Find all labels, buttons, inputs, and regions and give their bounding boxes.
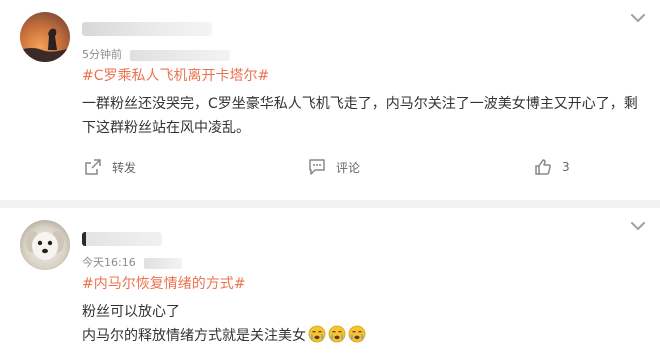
post-text-line: 内马尔的释放情绪方式就是关注美女: [82, 324, 642, 348]
repost-button[interactable]: 转发: [84, 154, 136, 180]
comment-button[interactable]: 评论: [308, 154, 360, 180]
like-count: 3: [562, 160, 570, 174]
post-time: 5分钟前: [82, 48, 122, 61]
thumbs-up-icon: [534, 158, 552, 176]
username-redacted: [82, 232, 162, 246]
post-text-line-content: 内马尔的释放情绪方式就是关注美女: [82, 328, 306, 344]
post-actions: 转发 评论 3: [0, 154, 660, 180]
post-meta: 今天16:16: [82, 254, 182, 270]
post-text: 一群粉丝还没哭完，C罗坐豪华私人飞机飞走了，内马尔关注了一波美女博主又开心了，剩…: [82, 96, 638, 136]
topic-hashtag[interactable]: #内马尔恢复情绪的方式#: [82, 273, 245, 293]
source-redacted: [130, 49, 230, 61]
post-meta: 5分钟前: [82, 46, 230, 62]
post-time: 今天16:16: [82, 256, 136, 269]
comment-label: 评论: [336, 160, 361, 175]
comment-icon: [308, 158, 326, 176]
repost-icon: [84, 158, 102, 176]
weibo-post-1: 5分钟前 #C罗乘私人飞机离开卡塔尔# 一群粉丝还没哭完，C罗坐豪华私人飞机飞走…: [0, 0, 660, 200]
sunset-silhouette-image: [20, 28, 70, 62]
post-text: 粉丝可以放心了 内马尔的释放情绪方式就是关注美女: [82, 300, 642, 348]
chevron-down-icon[interactable]: [630, 12, 646, 24]
username-redacted: [82, 22, 212, 36]
source-redacted: [143, 257, 182, 269]
chevron-down-icon[interactable]: [630, 220, 646, 232]
weibo-post-2: 今天16:16 #内马尔恢复情绪的方式# 粉丝可以放心了 内马尔的释放情绪方式就…: [0, 208, 660, 358]
crying-face-icon: [328, 325, 346, 343]
post-text-line: 粉丝可以放心了: [82, 304, 180, 320]
post-divider: [0, 200, 660, 208]
crying-face-icon: [308, 325, 326, 343]
topic-hashtag[interactable]: #C罗乘私人飞机离开卡塔尔#: [82, 65, 269, 85]
white-dog-image: [26, 231, 64, 260]
crying-face-icon: [348, 325, 366, 343]
repost-label: 转发: [112, 160, 137, 175]
user-avatar[interactable]: [20, 220, 70, 270]
user-avatar[interactable]: [20, 12, 70, 62]
like-button[interactable]: 3: [534, 154, 570, 180]
